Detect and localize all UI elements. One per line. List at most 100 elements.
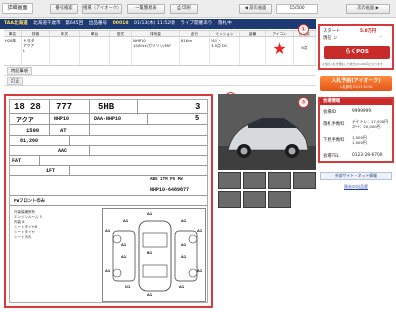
sheet-front-cell: FWフロントのみ [10, 196, 130, 206]
sheet-grade-b: 5 [195, 115, 200, 123]
grade-cell [50, 37, 80, 65]
damage-code: A1 [197, 229, 203, 233]
sheet-row-disp: 1FT [10, 166, 207, 176]
prev-page-button[interactable]: ◀ 前の画面 [239, 4, 272, 14]
sheet-plate: 1500 [26, 127, 40, 134]
damage-code: A1 [123, 219, 129, 223]
sheet-year-a: 18 [14, 102, 25, 112]
sheet-mileage: 81,260 [20, 138, 39, 144]
sheet-row-plate: 1500 AT [10, 125, 207, 136]
chassis-blank-cell [80, 37, 110, 65]
sheet-row-aircon: AAC [10, 146, 207, 156]
history-link[interactable]: 過去の出品歴 [344, 184, 368, 190]
marker-one: ① [298, 24, 309, 35]
sheet-lot-a-cell: 777 [50, 100, 90, 114]
live-status: ライブ開催あり [180, 21, 213, 26]
same-model-search-button[interactable]: 相場（アイオーク） [82, 4, 122, 14]
star-cell: ★ [266, 37, 294, 65]
damage-code: A1 [179, 285, 185, 289]
venue-info-panel: 会場情報 会場ID 9999999 落札手数料 デイトレ：17,500円 ｽﾏｰ… [318, 97, 394, 163]
sheet-lot-b: 5HB [98, 102, 115, 112]
grid-header-cell: 排気量 [132, 31, 180, 36]
venue-info-title: 会場情報 [320, 99, 392, 105]
sheet-chassis: NHP10 [54, 116, 70, 122]
sheet-year-cell: 18 28 [10, 100, 50, 114]
grid-header-cell: 車名 [4, 31, 22, 36]
page-title: 詳細画面 [2, 3, 33, 14]
star-icon: ★ [272, 39, 287, 58]
photo-thumbnail[interactable] [243, 172, 266, 189]
sheet-grade-a: 3 [195, 102, 201, 112]
photo-thumbnail[interactable] [293, 172, 316, 189]
external-info-header: 外部サイト・ネット情報 [320, 172, 392, 180]
engine-cell: NHP10 1500cc/ガソリン/FAT [132, 37, 180, 65]
print-button[interactable]: ⎙ 印刷 [170, 4, 198, 14]
sheet-row-door: FAT [10, 156, 207, 166]
sheet-checklist: 外装傷補修有 エンジンルーム 5 内装 B シートタイヤB シートタイヤ シート… [14, 210, 54, 240]
sheet-type: DAA-NHP10 [94, 116, 122, 122]
sheet-displacement: 1FT [46, 168, 56, 174]
damage-code: A1 [181, 255, 187, 259]
car-damage-diagram: A1 A1 A1 A1 A1 B1 A1 A1 U1 A1 A1 A1 A1 A… [102, 208, 206, 302]
lot-label: 出品番号 [88, 21, 108, 26]
grid-header-cell: ミッション [210, 31, 240, 36]
sheet-row-top: 18 28 777 5HB 3 [10, 100, 207, 114]
engine-value: 1500cc/ガソリン/FAT [133, 43, 172, 48]
damage-code: A1 [197, 269, 203, 273]
chassis-cell [110, 37, 132, 65]
sheet-row-mileage: 81,260 [10, 136, 207, 146]
sheet-front-note: FWフロントのみ [14, 199, 45, 204]
bid-deadline: 入札締切 01/13 10:50 [339, 85, 373, 89]
fee-value-2: ｽﾏｰﾄ：20,000円 [352, 124, 381, 129]
damage-code: A1 [181, 219, 187, 223]
photo-thumbnail[interactable] [243, 191, 266, 208]
maker-cell: トヨタ アクア L [22, 37, 50, 65]
next-page-button[interactable]: 次の画面 ▶ [346, 4, 390, 14]
photo-thumbnail[interactable] [268, 172, 291, 189]
bid-reserve-button[interactable]: 入札予約(アイオーク) 入札締切 01/13 10:50 [320, 76, 392, 91]
auction-sheet-panel[interactable]: 18 28 777 5HB 3 アクア NHP10 DAA-NHP10 5 150… [4, 94, 213, 308]
photo-thumbnail[interactable] [218, 172, 241, 189]
photo-thumbnail[interactable] [268, 191, 291, 208]
damage-code: A1 [105, 229, 111, 233]
sheet-year-b: 28 [30, 102, 41, 112]
grid-header-cell: アイコン [266, 31, 294, 36]
rakupos-button[interactable]: らくPOS [324, 46, 390, 59]
venue-id-label: 会場ID [323, 110, 337, 115]
grid-header-cell: 走行 [180, 31, 210, 36]
current-price-label: 現在 ン [323, 36, 338, 41]
sheet-chassis-cell: NHP10 [50, 114, 90, 125]
sheet-mileage-cell: 81,260 [10, 136, 70, 146]
sheet-lot-b-cell: 5HB [90, 100, 138, 114]
sheet-grade-a-cell: 3 [188, 100, 209, 114]
bid-status: 落札中 [217, 21, 232, 26]
sheet-serial: NHP10-6489877 [150, 187, 190, 193]
damage-code: A1 [105, 269, 111, 273]
current-price-value: - [380, 35, 382, 40]
damage-code: A1 [121, 255, 127, 259]
grid-header-cell: 評価 [22, 31, 50, 36]
preview-fee-value-2: 1,000円 [352, 140, 367, 145]
sheet-grade-b-cell: 5 [188, 114, 209, 125]
damage-code: A1 [121, 243, 127, 247]
sheet-equip: ABS 1TM PS PW [150, 178, 183, 182]
sheet-row-serial: ABS 1TM PS PW NHP10-6489877 [10, 176, 207, 196]
venue-detail: 北海道千歳市 第645回 [33, 21, 84, 26]
year-cell: H28年 [4, 37, 22, 65]
remarks-label: 訂正 [7, 77, 24, 85]
damage-code: B1 [147, 251, 153, 255]
start-price-label: スタート [323, 29, 341, 34]
number-search-button[interactable]: 番号検索 [50, 4, 78, 14]
special-notes-row: 特記事項 [4, 67, 316, 76]
start-price-value: 5.0万円 [360, 29, 377, 34]
spec-grid-header: 車名 評価 年式 車台 型式 排気量 走行 ミッション 装備 アイコン 評価点 [4, 30, 316, 37]
prev-label: 前の画面 [249, 6, 267, 11]
damage-code: A1 [147, 212, 153, 216]
checklist-item: シート汚れ [14, 235, 32, 239]
grid-header-cell: 年式 [50, 31, 80, 36]
score-cell: 6点 [294, 37, 316, 65]
sheet-row-front: FWフロントのみ [10, 196, 207, 206]
photo-thumbnail[interactable] [218, 191, 241, 208]
spec-grid-row: H28年 トヨタ アクア L NHP10 1500cc/ガソリン/FAT 81Km ｼ… [4, 37, 316, 66]
same-type-search-button[interactable]: 一覧簡易表 [127, 4, 165, 14]
